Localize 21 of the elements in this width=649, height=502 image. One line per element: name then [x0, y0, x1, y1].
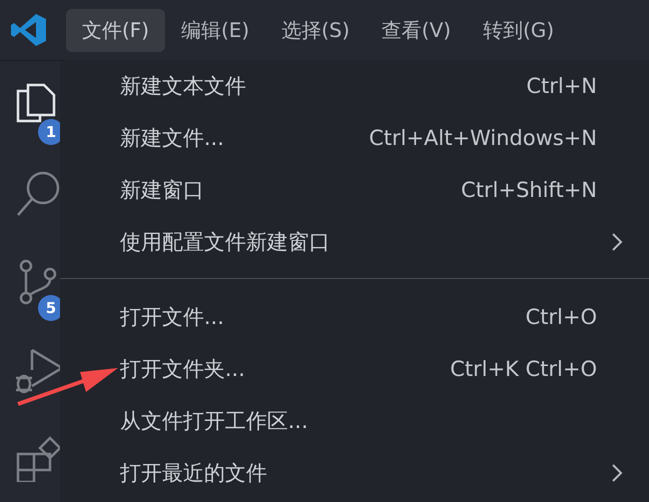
extensions-icon — [14, 434, 62, 482]
menu-item[interactable]: 新建文本文件 Ctrl+N — [60, 60, 649, 112]
app-logo — [10, 12, 46, 48]
menu-item[interactable]: 打开最近的文件 — [60, 447, 649, 499]
shortcut-label: Ctrl+O — [526, 305, 597, 329]
menu-item[interactable]: 打开文件夹... Ctrl+K Ctrl+O — [60, 343, 649, 395]
shortcut-label: Ctrl+Shift+N — [461, 178, 597, 202]
menu-bar-item[interactable]: 转到(G) — [466, 8, 570, 52]
menu-item[interactable]: 新建窗口 Ctrl+Shift+N — [60, 164, 649, 216]
shortcut-label: Ctrl+K Ctrl+O — [450, 357, 597, 381]
menu-item[interactable]: 使用配置文件新建窗口 — [60, 216, 649, 268]
menu-bar-item[interactable]: 查看(V) — [366, 8, 467, 52]
search-icon — [14, 169, 62, 218]
menu-bar-item[interactable]: 编辑(E) — [165, 8, 266, 52]
shortcut-label: Ctrl+Alt+Windows+N — [368, 126, 597, 150]
menu-bar-item[interactable]: 选择(S) — [265, 8, 366, 52]
chevron-icon — [611, 232, 623, 252]
chevron-icon — [611, 463, 623, 483]
shortcut-label: Ctrl+N — [526, 74, 597, 98]
menu-bar-item[interactable]: 文件(F) — [66, 8, 166, 52]
menu-item[interactable]: 从文件打开工作区... — [60, 395, 649, 447]
